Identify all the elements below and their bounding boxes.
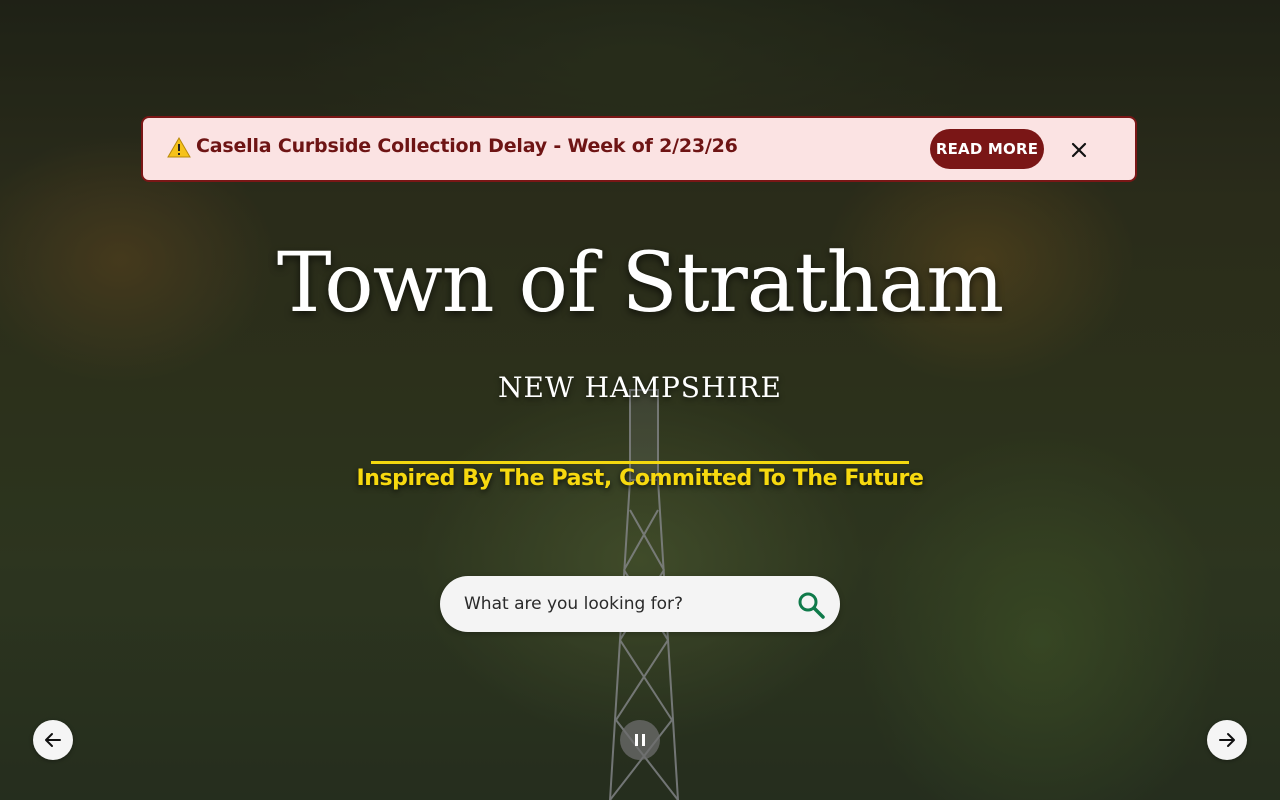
pause-icon	[635, 734, 645, 746]
search-input[interactable]	[464, 576, 784, 632]
warning-icon	[167, 137, 191, 158]
arrow-left-icon	[45, 733, 61, 747]
alert-message[interactable]: Casella Curbside Collection Delay - Week…	[196, 135, 738, 157]
arrow-right-icon	[1219, 733, 1235, 747]
next-slide-button[interactable]	[1207, 720, 1247, 760]
close-icon[interactable]	[1067, 138, 1091, 162]
pause-slideshow-button[interactable]	[620, 720, 660, 760]
search-box	[440, 576, 840, 632]
hero-section: Casella Curbside Collection Delay - Week…	[0, 0, 1280, 800]
alert-banner: Casella Curbside Collection Delay - Week…	[141, 116, 1137, 182]
search-icon[interactable]	[796, 590, 826, 620]
site-subtitle: NEW HAMPSHIRE	[498, 371, 782, 404]
site-tagline: Inspired By The Past, Committed To The F…	[356, 466, 924, 491]
previous-slide-button[interactable]	[33, 720, 73, 760]
site-title: Town of Stratham	[276, 236, 1004, 331]
read-more-button[interactable]: READ MORE	[930, 129, 1044, 169]
tagline-divider	[371, 461, 909, 464]
